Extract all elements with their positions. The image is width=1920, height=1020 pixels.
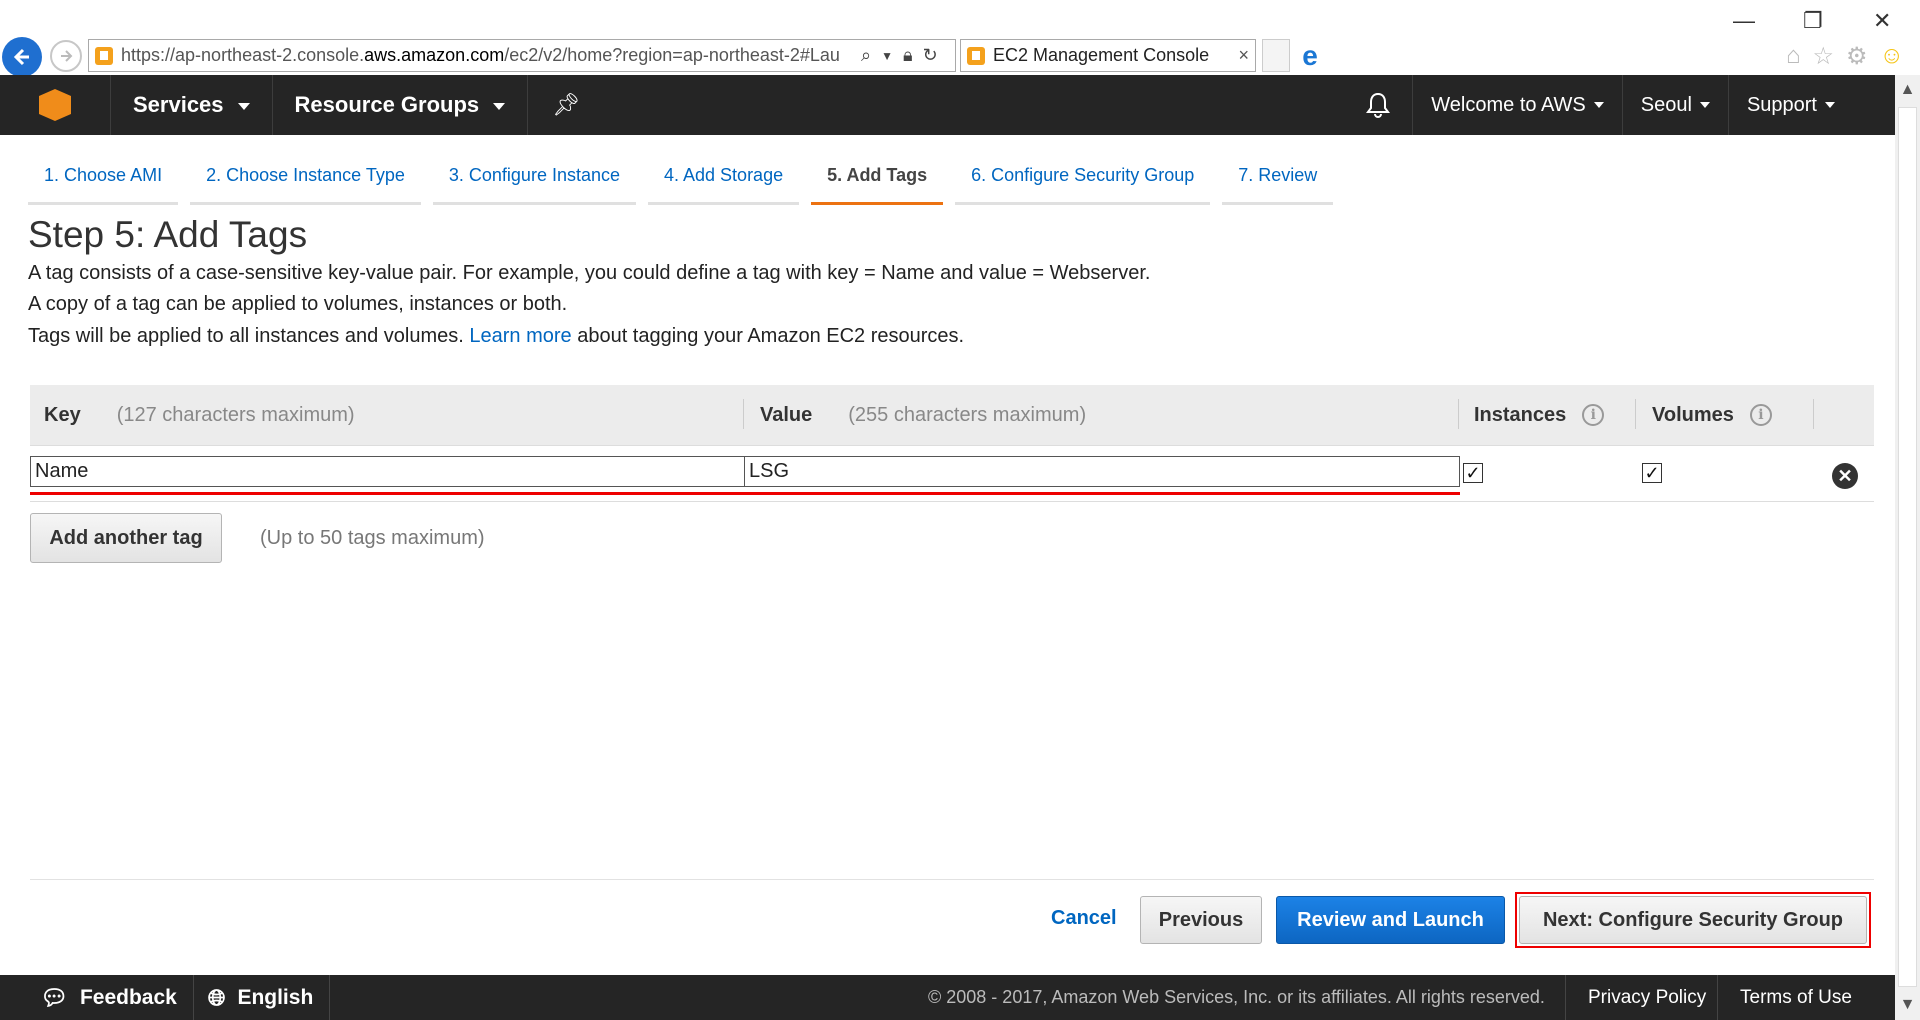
ie-icon[interactable]: e: [1294, 40, 1326, 72]
tab-close-icon[interactable]: ×: [1238, 45, 1249, 66]
lock-icon[interactable]: 🔒︎: [903, 45, 913, 66]
tag-limit-hint: (Up to 50 tags maximum): [260, 527, 485, 549]
globe-icon: 🌐︎: [207, 984, 226, 1010]
chevron-down-icon: [237, 103, 250, 110]
review-and-launch-button[interactable]: Review and Launch: [1276, 896, 1505, 944]
tags-table-header: Key (127 characters maximum) Value (255 ch…: [30, 385, 1874, 446]
favorites-star-icon[interactable]: ☆: [1813, 42, 1835, 71]
arrow-right-icon: [61, 50, 73, 62]
page-title: Step 5: Add Tags: [28, 214, 308, 255]
back-button[interactable]: [2, 37, 42, 77]
tag-key-input[interactable]: Name: [30, 456, 745, 487]
volumes-checkbox[interactable]: ✓: [1642, 463, 1662, 483]
scroll-thumb[interactable]: [1898, 107, 1917, 987]
step-choose-ami[interactable]: 1. Choose AMI: [28, 155, 179, 205]
value-column-header: Value (255 characters maximum): [760, 403, 1087, 426]
highlight-box: [1515, 892, 1871, 948]
step-add-storage[interactable]: 4. Add Storage: [648, 155, 800, 205]
cancel-link[interactable]: Cancel: [1051, 907, 1117, 930]
chevron-down-icon: [493, 103, 506, 110]
aws-nav-bar: Services Resource Groups 📌︎ Welcome to A…: [0, 75, 1895, 135]
volumes-column-header: Volumes i: [1652, 385, 1772, 445]
language-selector[interactable]: 🌐︎ English: [194, 975, 331, 1020]
chevron-down-icon: [1699, 102, 1710, 108]
restore-icon[interactable]: ❐: [1803, 8, 1823, 34]
chevron-down-icon: [1825, 102, 1835, 108]
highlight-underline: [30, 492, 1460, 495]
scroll-down-icon[interactable]: ▼: [1895, 990, 1920, 1020]
chevron-down-icon: [1593, 102, 1604, 108]
forward-button[interactable]: [50, 40, 82, 72]
description-line-1: A tag consists of a case-sensitive key-v…: [28, 262, 1151, 284]
dropdown-icon[interactable]: ▼: [881, 49, 893, 63]
step-configure-instance[interactable]: 3. Configure Instance: [432, 155, 636, 205]
home-icon[interactable]: ⌂: [1786, 42, 1801, 71]
wizard-steps: 1. Choose AMI 2. Choose Instance Type 3.…: [28, 155, 1334, 205]
copyright-text: © 2008 - 2017, Amazon Web Services, Inc.…: [928, 987, 1545, 1007]
browser-chrome: — ❐ ✕ https://ap-northeast-2.console.aws…: [0, 0, 1920, 77]
instances-checkbox[interactable]: ✓: [1463, 463, 1483, 483]
search-icon[interactable]: ⌕: [861, 45, 871, 66]
description-line-2: A copy of a tag can be applied to volume…: [28, 293, 568, 315]
step-review[interactable]: 7. Review: [1222, 155, 1334, 205]
add-another-tag-button[interactable]: Add another tag: [30, 513, 222, 563]
divider: [30, 879, 1874, 880]
step-configure-security-group[interactable]: 6. Configure Security Group: [955, 155, 1211, 205]
url-text: https://ap-northeast-2.console.aws.amazo…: [121, 45, 840, 65]
pin-icon[interactable]: 📌︎: [528, 75, 604, 135]
refresh-icon[interactable]: ↻: [923, 45, 938, 66]
close-window-icon[interactable]: ✕: [1873, 8, 1891, 34]
services-menu[interactable]: Services: [111, 75, 273, 135]
terms-of-use-link[interactable]: Terms of Use: [1717, 975, 1874, 1020]
info-icon[interactable]: i: [1749, 404, 1772, 426]
previous-button[interactable]: Previous: [1140, 896, 1262, 944]
description-line-3: Tags will be applied to all instances an…: [28, 325, 965, 347]
step-choose-instance-type[interactable]: 2. Choose Instance Type: [190, 155, 421, 205]
settings-gear-icon[interactable]: ⚙: [1846, 42, 1868, 71]
feedback-button[interactable]: 💬︎ Feedback: [0, 975, 194, 1020]
notification-bell-icon[interactable]: [1344, 75, 1412, 135]
remove-tag-icon[interactable]: ✕: [1832, 463, 1858, 489]
minimize-icon[interactable]: —: [1733, 8, 1755, 34]
account-menu[interactable]: Welcome to AWS: [1412, 75, 1622, 135]
scroll-up-icon[interactable]: ▲: [1895, 75, 1920, 105]
chat-bubble-icon: 💬︎: [40, 984, 68, 1010]
browser-tab[interactable]: EC2 Management Console ×: [960, 39, 1256, 72]
page-scrollbar[interactable]: ▲ ▼: [1895, 75, 1920, 1020]
aws-cube-icon: [39, 89, 71, 121]
info-icon[interactable]: i: [1582, 404, 1605, 426]
page-footer: 💬︎ Feedback 🌐︎ English © 2008 - 2017, Amaz…: [0, 975, 1895, 1020]
tab-title: EC2 Management Console: [993, 45, 1210, 65]
address-bar[interactable]: https://ap-northeast-2.console.aws.amazo…: [88, 39, 956, 72]
support-menu[interactable]: Support: [1727, 75, 1895, 135]
step-add-tags[interactable]: 5. Add Tags: [811, 155, 944, 205]
key-column-header: Key (127 characters maximum): [44, 403, 355, 426]
tab-favicon-icon: [967, 46, 985, 65]
aws-logo[interactable]: [0, 75, 111, 135]
new-tab-button[interactable]: [1262, 39, 1290, 72]
learn-more-link[interactable]: Learn more: [469, 325, 571, 347]
region-menu[interactable]: Seoul: [1621, 75, 1728, 135]
arrow-left-icon: [13, 48, 29, 66]
aws-favicon-icon: [95, 46, 113, 65]
resource-groups-menu[interactable]: Resource Groups: [273, 75, 529, 135]
smiley-icon[interactable]: ☺: [1880, 42, 1905, 71]
tag-value-input[interactable]: LSG: [744, 456, 1460, 487]
instances-column-header: Instances i: [1474, 385, 1605, 445]
privacy-policy-link[interactable]: Privacy Policy: [1565, 975, 1728, 1020]
